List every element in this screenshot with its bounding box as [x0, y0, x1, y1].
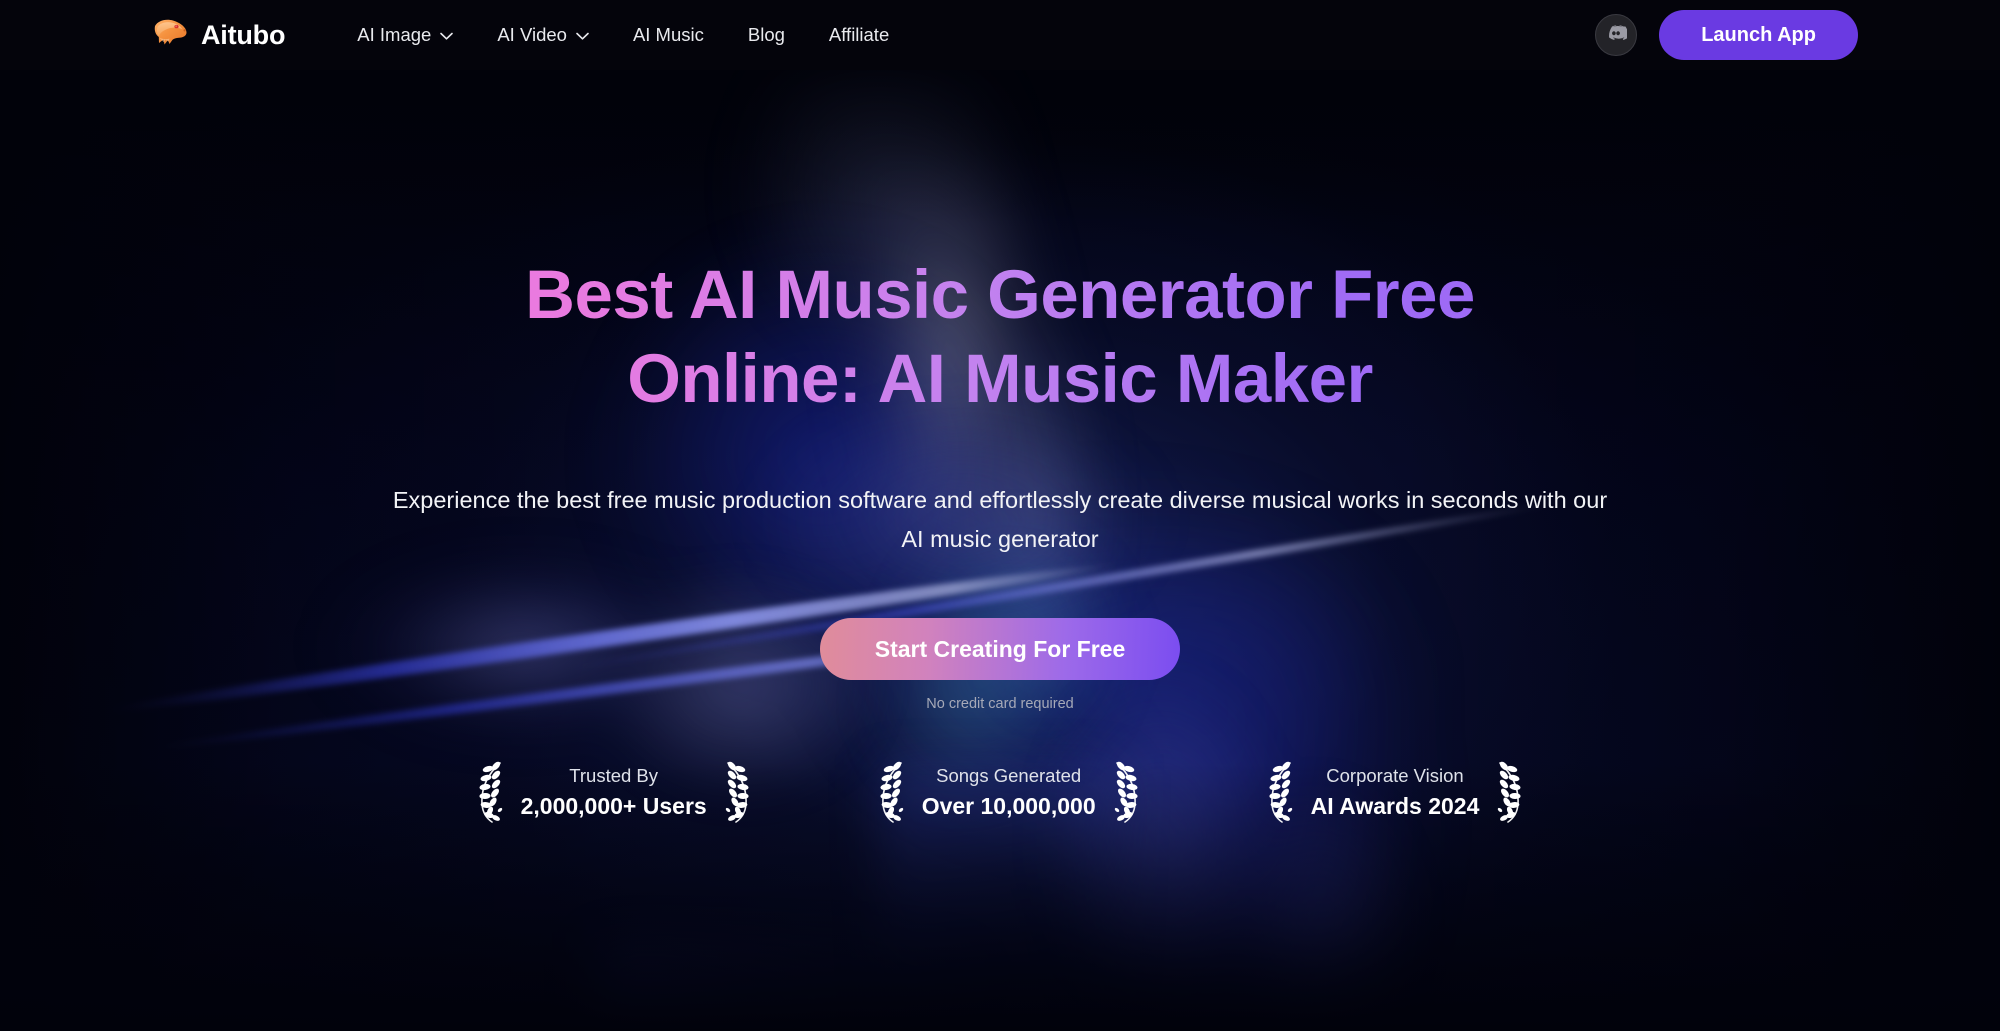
page-title-line-2: Online: AI Music Maker: [627, 340, 1373, 418]
stat-text: Songs Generated Over 10,000,000: [922, 762, 1096, 823]
discord-icon: [1605, 22, 1629, 49]
nav-item-label: Affiliate: [828, 24, 890, 45]
nav-item-label: AI Image: [357, 24, 432, 45]
nav-item-ai-music[interactable]: AI Music: [611, 0, 726, 70]
laurel-wreath-icon: [466, 760, 504, 826]
nav-item-label: Blog: [747, 24, 785, 45]
stats-row: Trusted By 2,000,000+ Users Songs Genera…: [0, 760, 2000, 826]
stat-label: Corporate Vision: [1326, 765, 1464, 787]
brand-name: Aitubo: [201, 19, 286, 50]
chevron-down-icon: [576, 32, 589, 40]
laurel-wreath-icon: [1496, 760, 1534, 826]
stat-label: Trusted By: [569, 765, 659, 787]
hero-content: Best AI Music Generator Free Online: AI …: [0, 70, 2000, 712]
stat-value: AI Awards 2024: [1310, 793, 1480, 820]
capybara-logo-icon: [148, 17, 190, 53]
page-title-line-1: Best AI Music Generator Free: [525, 256, 1475, 333]
stat-text: Corporate Vision AI Awards 2024: [1311, 762, 1480, 823]
nav-item-ai-video[interactable]: AI Video: [475, 0, 611, 70]
brand-logo[interactable]: Aitubo: [148, 17, 285, 53]
stat-songs-generated: Songs Generated Over 10,000,000: [867, 760, 1151, 826]
discord-link-button[interactable]: [1595, 14, 1638, 56]
stat-trusted-by: Trusted By 2,000,000+ Users: [466, 760, 762, 826]
laurel-wreath-icon: [1113, 760, 1151, 826]
stat-corporate-vision: Corporate Vision AI Awards 2024: [1256, 760, 1535, 826]
landing-page: Aitubo AI Image AI Video AI Music Blog A…: [0, 0, 2000, 1031]
nav-item-affiliate[interactable]: Affiliate: [807, 0, 911, 70]
nav-links: AI Image AI Video AI Music Blog Affiliat…: [335, 0, 911, 70]
laurel-wreath-icon: [1256, 760, 1294, 826]
chevron-down-icon: [440, 32, 454, 40]
stat-label: Songs Generated: [936, 765, 1082, 787]
nav-item-label: AI Video: [497, 24, 567, 45]
hero-cta-group: Start Creating For Free No credit card r…: [0, 617, 2000, 712]
nav-item-label: AI Music: [632, 24, 704, 45]
laurel-wreath-icon: [867, 760, 905, 826]
stat-text: Trusted By 2,000,000+ Users: [521, 762, 707, 823]
laurel-wreath-icon: [724, 760, 762, 826]
launch-app-button[interactable]: Launch App: [1659, 10, 1858, 60]
hero-subtitle: Experience the best free music productio…: [392, 487, 1608, 552]
stat-value: 2,000,000+ Users: [520, 793, 707, 820]
nav-actions: Launch App: [1595, 10, 1858, 60]
nav-item-ai-image[interactable]: AI Image: [335, 0, 475, 70]
nav-item-blog[interactable]: Blog: [726, 0, 807, 70]
hero-section: Best AI Music Generator Free Online: AI …: [0, 70, 2000, 1031]
cta-note: No credit card required: [926, 695, 1074, 712]
stat-value: Over 10,000,000: [921, 793, 1096, 820]
page-title: Best AI Music Generator Free Online: AI …: [350, 253, 1650, 421]
top-navigation-bar: Aitubo AI Image AI Video AI Music Blog A…: [0, 0, 2000, 70]
start-creating-button[interactable]: Start Creating For Free: [819, 617, 1181, 680]
